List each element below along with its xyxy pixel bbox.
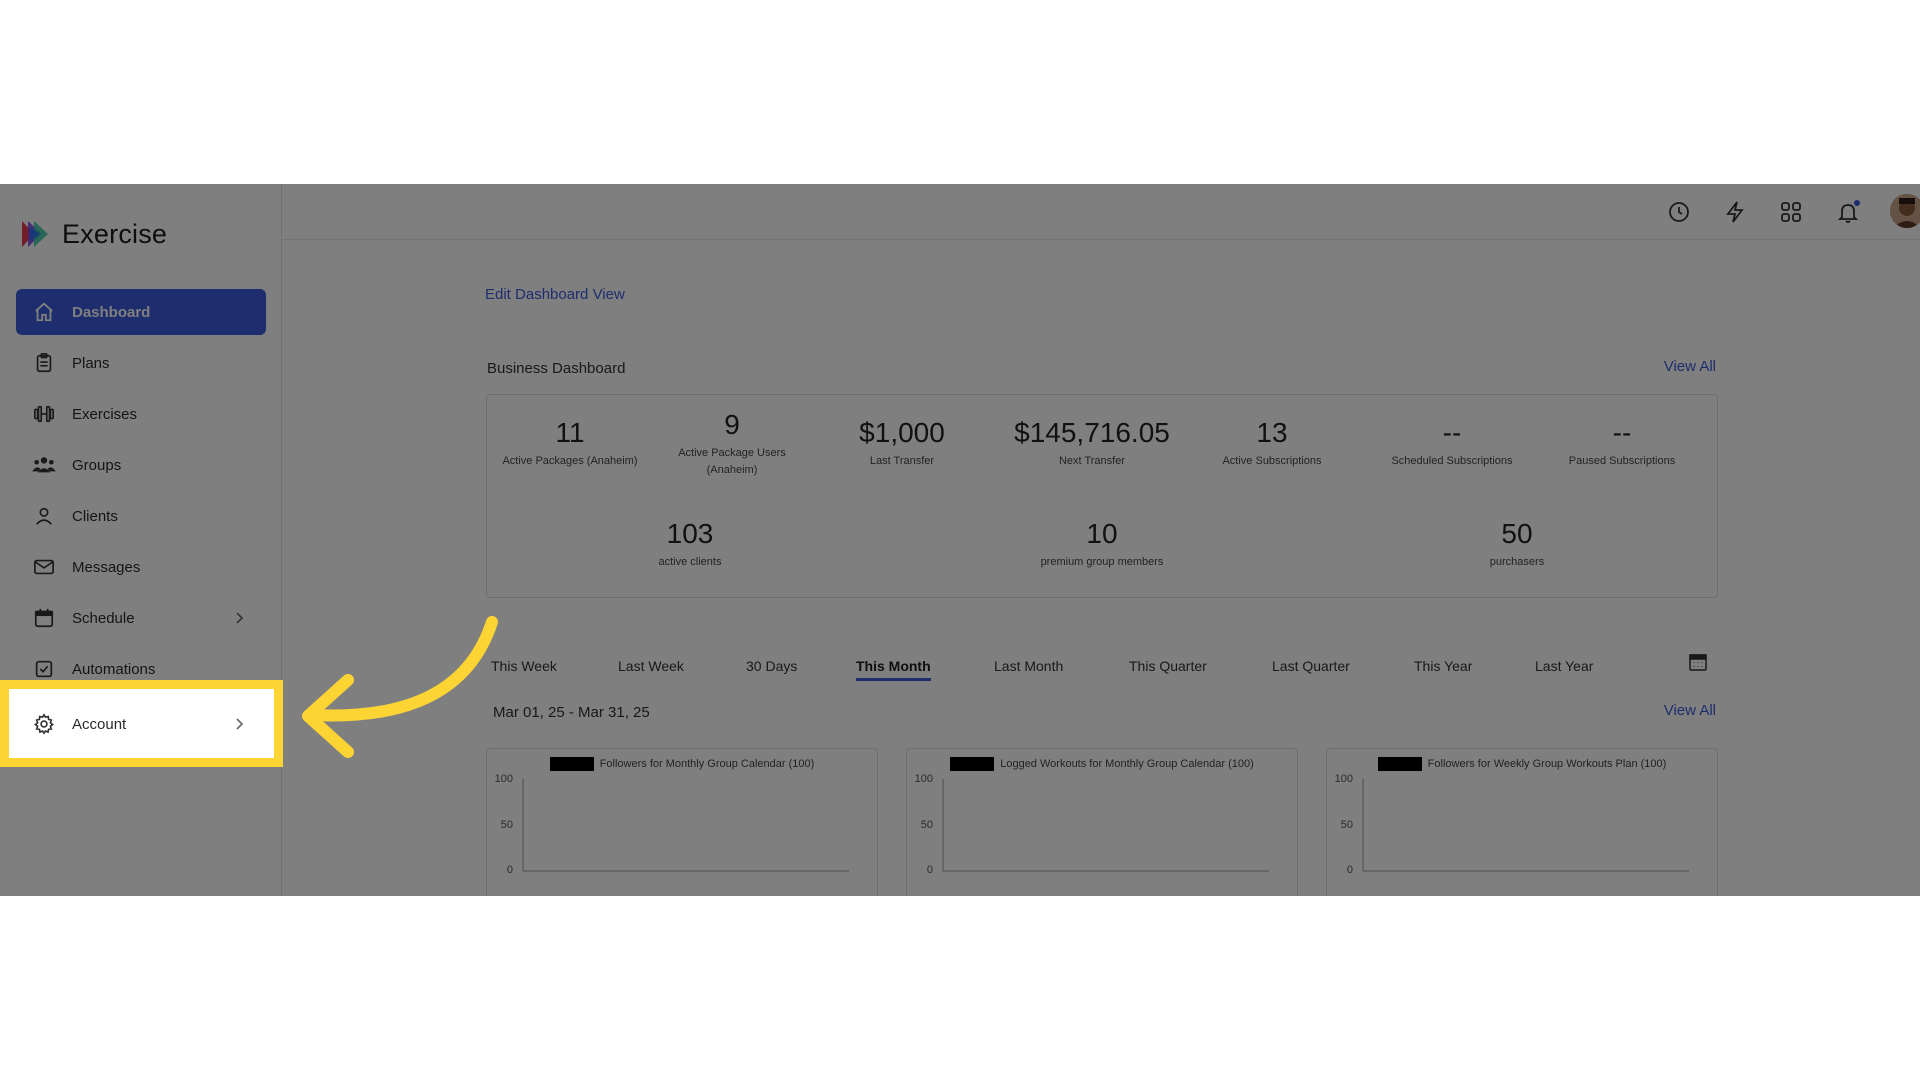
- stat-value: 103: [666, 518, 714, 549]
- tab-this-month[interactable]: This Month: [856, 658, 931, 681]
- sidebar-item-label: Automations: [72, 660, 156, 678]
- stat-active-package-users: 9 Active Package Users (Anaheim): [667, 409, 797, 479]
- stat-value: --: [1442, 417, 1462, 448]
- sidebar-item-label: Dashboard: [72, 303, 151, 321]
- checkbox-icon: [32, 657, 56, 681]
- sidebar-item-label: Exercises: [72, 405, 138, 423]
- tab-last-week[interactable]: Last Week: [618, 658, 684, 678]
- stat-value: 11: [555, 417, 585, 448]
- chart-axes: [942, 779, 1269, 872]
- chart-axes: [522, 779, 849, 872]
- stat-value: $145,716.05: [1014, 417, 1170, 448]
- logo-mark-icon: [22, 221, 48, 247]
- highlight-box: [0, 680, 283, 767]
- business-dashboard-title: Business Dashboard: [487, 360, 626, 377]
- stat-active-subscriptions: 13 Active Subscriptions: [1207, 417, 1337, 470]
- tab-last-year[interactable]: Last Year: [1535, 658, 1593, 678]
- stat-label: Active Package Users (Anaheim): [678, 447, 786, 476]
- chevron-right-icon: [236, 612, 244, 624]
- stat-scheduled-subscriptions: -- Scheduled Subscriptions: [1367, 417, 1537, 470]
- sidebar-item-messages[interactable]: Messages: [16, 544, 266, 590]
- stat-purchasers: 50 purchasers: [1437, 518, 1597, 571]
- chart-card-3: Followers for Weekly Group Workouts Plan…: [1326, 748, 1718, 896]
- stat-label: active clients: [658, 556, 722, 568]
- avatar[interactable]: [1890, 194, 1920, 228]
- chart-card-2: Logged Workouts for Monthly Group Calend…: [906, 748, 1298, 896]
- period-tabs: This Week Last Week 30 Days This Month L…: [486, 654, 1718, 688]
- stat-value: 13: [1256, 417, 1288, 448]
- stat-active-packages: 11 Active Packages (Anaheim): [495, 417, 645, 470]
- stat-label: Scheduled Subscriptions: [1391, 455, 1513, 467]
- date-range-label: Mar 01, 25 - Mar 31, 25: [493, 704, 650, 721]
- sidebar-item-plans[interactable]: Plans: [16, 340, 266, 386]
- stat-value: $1,000: [859, 417, 945, 448]
- stat-label: Next Transfer: [1058, 455, 1126, 467]
- sidebar-item-label: Messages: [72, 558, 141, 576]
- tab-last-quarter[interactable]: Last Quarter: [1272, 658, 1350, 678]
- bell-icon[interactable]: [1834, 198, 1862, 226]
- sidebar-item-schedule[interactable]: Schedule: [16, 595, 266, 641]
- sidebar-item-label: Plans: [72, 354, 110, 372]
- business-stats-panel: 11 Active Packages (Anaheim) 9 Active Pa…: [486, 394, 1718, 598]
- tab-last-month[interactable]: Last Month: [994, 658, 1063, 678]
- pointer-arrow-icon: [302, 616, 498, 758]
- stat-value: 50: [1501, 518, 1533, 549]
- stat-label: Last Transfer: [869, 455, 935, 467]
- sidebar-item-label: Clients: [72, 507, 118, 525]
- calendar-icon: [32, 606, 56, 630]
- sidebar-item-clients[interactable]: Clients: [16, 493, 266, 539]
- stat-label: Paused Subscriptions: [1568, 455, 1676, 467]
- tab-this-year[interactable]: This Year: [1414, 658, 1472, 678]
- tab-this-quarter[interactable]: This Quarter: [1129, 658, 1207, 678]
- app-window: Exercise Dashboard Plans Exercises Group: [0, 184, 1920, 896]
- logo[interactable]: Exercise: [20, 214, 167, 254]
- stat-label: Active Packages (Anaheim): [502, 455, 638, 467]
- sidebar-item-groups[interactable]: Groups: [16, 442, 266, 488]
- stat-label: premium group members: [1040, 556, 1164, 568]
- stat-value: 10: [1086, 518, 1118, 549]
- chart-card-1: Followers for Monthly Group Calendar (10…: [486, 748, 878, 896]
- stat-value: --: [1612, 417, 1632, 448]
- home-icon: [32, 300, 56, 324]
- stat-last-transfer: $1,000 Last Transfer: [837, 417, 967, 470]
- stat-paused-subscriptions: -- Paused Subscriptions: [1547, 417, 1697, 470]
- sidebar: Exercise Dashboard Plans Exercises Group: [0, 184, 282, 896]
- apps-grid-icon[interactable]: [1777, 198, 1805, 226]
- sidebar-item-label: Groups: [72, 456, 122, 474]
- mail-icon: [32, 555, 56, 579]
- users-icon: [32, 453, 56, 477]
- dumbbell-icon: [32, 402, 56, 426]
- stat-label: purchasers: [1489, 556, 1545, 568]
- clipboard-icon: [32, 351, 56, 375]
- bolt-icon[interactable]: [1721, 198, 1749, 226]
- sidebar-item-label: Schedule: [72, 609, 135, 627]
- stat-label: Active Subscriptions: [1222, 455, 1322, 467]
- chart-axes: [1362, 779, 1689, 872]
- business-view-all-link[interactable]: View All: [1664, 358, 1716, 375]
- stat-active-clients: 103 active clients: [610, 518, 770, 571]
- edit-dashboard-link[interactable]: Edit Dashboard View: [485, 286, 625, 303]
- user-icon: [32, 504, 56, 528]
- stat-value: 9: [724, 409, 740, 440]
- tab-30-days[interactable]: 30 Days: [746, 658, 797, 678]
- brand-name: Exercise: [62, 218, 168, 249]
- sidebar-item-dashboard[interactable]: Dashboard: [16, 289, 266, 335]
- stat-premium-group-members: 10 premium group members: [1007, 518, 1197, 571]
- sidebar-item-exercises[interactable]: Exercises: [16, 391, 266, 437]
- top-bar: [282, 184, 1920, 240]
- stat-next-transfer: $145,716.05 Next Transfer: [997, 417, 1187, 470]
- charts-view-all-link[interactable]: View All: [1664, 702, 1716, 719]
- clock-icon[interactable]: [1665, 198, 1693, 226]
- calendar-picker-icon[interactable]: [1688, 652, 1708, 672]
